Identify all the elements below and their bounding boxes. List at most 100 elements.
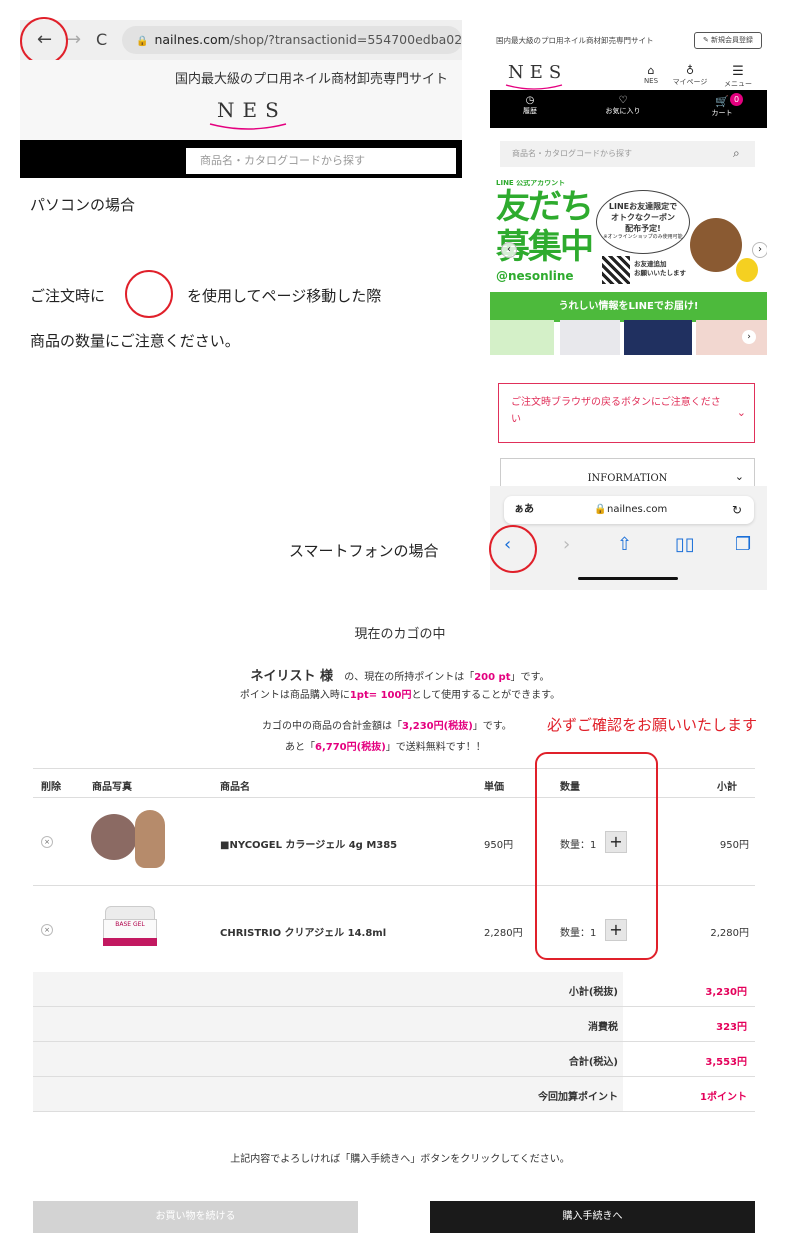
points-line: ネイリスト 様 の、現在の所持ポイントは「200 pt」です。: [0, 665, 800, 684]
home-icon: ⌂: [647, 64, 655, 77]
points-after: 」です。: [510, 672, 550, 683]
sp-register-button[interactable]: ✎ 新規会員登録: [694, 32, 762, 49]
jar-lid: [105, 906, 155, 920]
gel-color-swatch: [91, 814, 137, 860]
notice-text: ご注文時ブラウザの戻るボタンにご注意ください: [511, 397, 721, 425]
bubble-line1: LINEお友達限定で: [608, 202, 678, 211]
free-shipping-line: あと「6,770円(税抜)」で送料無料です！！: [285, 738, 486, 753]
bubble-line4: ※オンラインショップのみ使用可能: [603, 234, 683, 240]
item-subtotal: 950円: [719, 840, 749, 851]
free-value: 6,770円(税抜): [315, 742, 386, 753]
rate-after: として使用することができます。: [411, 690, 561, 701]
heart-icon: ♡: [618, 95, 628, 106]
sp-nav-home[interactable]: ⌂ NES: [631, 64, 671, 85]
chevron-down-icon: ⌄: [736, 406, 746, 419]
thumb-next-icon[interactable]: ›: [742, 330, 756, 344]
total-value: 3,230円(税抜): [402, 721, 473, 732]
carousel-prev-icon[interactable]: ‹: [501, 242, 517, 258]
total-before: カゴの中の商品の合計金額は「: [262, 721, 402, 732]
sp-search-input[interactable]: 商品名・カタログコードから探す: [500, 141, 755, 167]
jar-band: [103, 938, 157, 946]
safari-url: nailnes.com: [607, 504, 668, 515]
pc-address-bar[interactable]: 🔒 nailnes.com/shop/?transactionid=554700e…: [122, 26, 462, 54]
pc-nes-logo[interactable]: NES: [217, 98, 287, 122]
bookmarks-icon[interactable]: ▯▯: [675, 535, 695, 555]
bubble-line3: 配布予定!: [625, 224, 661, 233]
smartphone-screenshot: 国内最大級のプロ用ネイル商材卸売専門サイト ✎ 新規会員登録 NES ⌂ NES…: [490, 20, 767, 590]
summary-label: 合計(税込): [568, 1057, 618, 1068]
chick-character-icon: [736, 258, 758, 282]
safari-aa[interactable]: ぁあ: [514, 496, 534, 524]
cart-count-badge: 0: [730, 93, 743, 106]
banner-speech-bubble: LINEお友達限定で オトクなクーポン 配布予定! ※オンラインショップのみ使用…: [596, 190, 690, 254]
back-button-highlight: [489, 525, 537, 573]
item-subtotal: 2,280円: [710, 928, 749, 939]
rate-before: ポイントは商品購入時に: [239, 690, 350, 701]
summary-label: 今回加算ポイント: [538, 1092, 618, 1103]
sp-nes-logo[interactable]: NES: [508, 62, 567, 83]
sp-favorites-button[interactable]: ♡ お気に入り: [598, 95, 648, 116]
thumb-leaf[interactable]: [696, 320, 767, 355]
thumb-gel[interactable]: [560, 320, 620, 355]
carousel-next-icon[interactable]: ›: [752, 242, 767, 258]
reload-icon[interactable]: C: [96, 20, 107, 60]
pc-site-header: 国内最大級のプロ用ネイル商材卸売専門サイト NES: [20, 60, 462, 140]
quantity-highlight: [535, 752, 658, 960]
sp-nav-mypage[interactable]: ♁ マイページ: [670, 64, 710, 87]
proceed-to-checkout-button[interactable]: 購入手続きへ: [430, 1201, 755, 1233]
col-delete: 削除: [41, 782, 61, 793]
safari-forward-icon[interactable]: ›: [563, 535, 570, 555]
item-price: 950円: [484, 840, 514, 851]
pc-search-input[interactable]: 商品名・カタログコードから探す: [186, 148, 456, 174]
point-rate-line: ポイントは商品購入時に1pt= 100円として使用することができます。: [0, 686, 800, 701]
reload-icon[interactable]: ↻: [732, 496, 742, 524]
thumb-lamp[interactable]: [624, 320, 692, 355]
bubble-line2: オトクなクーポン: [611, 213, 675, 222]
delete-item-button[interactable]: ×: [41, 924, 53, 936]
pc-browser-toolbar: ← → C 🔒 nailnes.com/shop/?transactionid=5…: [20, 20, 462, 60]
home-indicator: [578, 577, 678, 580]
user-name: ネイリスト 様: [250, 669, 334, 684]
sp-history-button[interactable]: ◷ 履歴: [505, 95, 555, 116]
col-name: 商品名: [220, 782, 250, 793]
pc-search-bar: 商品名・カタログコードから探す: [20, 140, 462, 178]
sp-caption: スマートフォンの場合: [289, 542, 439, 560]
pc-tagline: 国内最大級のプロ用ネイル商材卸売専門サイト: [175, 72, 449, 87]
instruction-line2: 商品の数量にご注意ください。: [30, 332, 240, 350]
banner-big1: 友だち: [496, 187, 594, 227]
confirm-note: 必ずご確認をお願いいたします: [547, 716, 758, 734]
forward-arrow-icon[interactable]: →: [66, 20, 81, 60]
item-price: 2,280円: [484, 928, 523, 939]
summary-row: 小計(税抜) 3,230円: [33, 972, 755, 1007]
delete-item-button[interactable]: ×: [41, 836, 53, 848]
instruction-line1-before: ご注文時に: [30, 287, 106, 305]
continue-shopping-button[interactable]: お買い物を続ける: [33, 1201, 358, 1233]
sp-back-button-notice[interactable]: ご注文時ブラウザの戻るボタンにご注意ください ⌄: [498, 383, 755, 443]
summary-label: 小計(税抜): [568, 987, 618, 998]
search-icon[interactable]: ⌕: [733, 146, 740, 161]
summary-value: 3,230円: [705, 987, 747, 998]
line-friends-banner[interactable]: LINE 公式アカウント 友だち 募集中 @nesonline LINEお友達限…: [490, 180, 767, 322]
tabs-icon[interactable]: ❐: [735, 535, 751, 555]
sp-tagline: 国内最大級のプロ用ネイル商材卸売専門サイト: [496, 36, 654, 45]
safari-address-bar[interactable]: ぁあ 🔒 nailnes.com ↻: [504, 496, 754, 524]
qr-code-icon: [602, 256, 630, 284]
pencil-icon: ✎: [702, 36, 709, 44]
total-after: 」です。: [472, 721, 512, 732]
item-name[interactable]: ■NYCOGEL カラージェル 4g M385: [220, 836, 397, 851]
logo-swoosh-icon: [209, 123, 287, 130]
qr-text1: お友達追加: [634, 260, 667, 268]
qr-text2: お願いいたします: [634, 269, 686, 277]
lock-icon: 🔒: [594, 504, 607, 515]
jar-label: BASE GEL: [115, 921, 145, 928]
item-name[interactable]: CHRISTRIO クリアジェル 14.8ml: [220, 924, 386, 939]
summary-value: 323円: [716, 1022, 747, 1033]
sp-nav-menu[interactable]: ☰ メニュー: [718, 64, 758, 89]
share-icon[interactable]: ⇧: [617, 535, 632, 555]
banner-strip: うれしい情報をLINEでお届け!: [490, 292, 767, 322]
banner-qr-text: お友達追加 お願いいたします: [634, 260, 686, 278]
thumb-line[interactable]: [490, 320, 554, 355]
rate-value: 1pt= 100円: [349, 690, 412, 701]
points-value: 200 pt: [474, 672, 511, 683]
col-price: 単価: [484, 782, 504, 793]
